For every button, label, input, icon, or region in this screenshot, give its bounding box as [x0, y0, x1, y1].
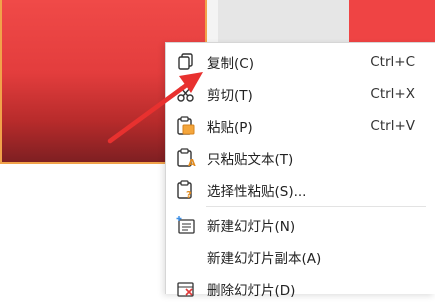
workspace-background: [218, 0, 349, 42]
menu-item-new-slide[interactable]: 新建幻灯片(N): [166, 209, 435, 241]
menu-item-label: 剪切(T): [207, 88, 253, 104]
delete-slide-icon: [175, 279, 197, 299]
menu-item-copy[interactable]: 复制(C) Ctrl+C: [166, 46, 435, 78]
paste-icon: [175, 116, 197, 136]
paste-text-icon: A: [175, 148, 197, 169]
menu-item-shortcut: Ctrl+V: [370, 118, 415, 134]
context-menu: 复制(C) Ctrl+C 剪切(T) Ctrl+X 粘贴(P) Ctrl+V A…: [165, 42, 435, 299]
slide-canvas[interactable]: [349, 0, 435, 42]
menu-separator: [206, 206, 426, 207]
menu-item-label: 新建幻灯片副本(A): [207, 251, 322, 267]
paste-special-icon: ?: [175, 180, 197, 201]
scissors-icon: [175, 84, 197, 104]
menu-item-delete-slide[interactable]: 删除幻灯片(D): [166, 273, 435, 305]
menu-item-paste[interactable]: 粘贴(P) Ctrl+V: [166, 110, 435, 142]
menu-item-duplicate-slide[interactable]: 新建幻灯片副本(A): [166, 241, 435, 273]
menu-item-label: 选择性粘贴(S)...: [207, 184, 307, 200]
copy-icon: [175, 52, 197, 72]
svg-text:A: A: [188, 158, 196, 168]
new-slide-icon: [175, 215, 197, 235]
menu-item-label: 新建幻灯片(N): [207, 219, 296, 235]
menu-item-label: 粘贴(P): [207, 120, 253, 136]
menu-item-shortcut: Ctrl+X: [370, 86, 415, 102]
menu-item-cut[interactable]: 剪切(T) Ctrl+X: [166, 78, 435, 110]
svg-text:?: ?: [186, 190, 192, 200]
menu-item-label: 只粘贴文本(T): [207, 152, 294, 168]
menu-item-paste-text-only[interactable]: A 只粘贴文本(T): [166, 142, 435, 174]
menu-item-label: 复制(C): [207, 56, 254, 72]
menu-item-label: 删除幻灯片(D): [207, 283, 296, 299]
panel-divider: [207, 0, 218, 42]
menu-item-paste-special[interactable]: ? 选择性粘贴(S)...: [166, 174, 435, 206]
menu-item-shortcut: Ctrl+C: [370, 54, 415, 70]
